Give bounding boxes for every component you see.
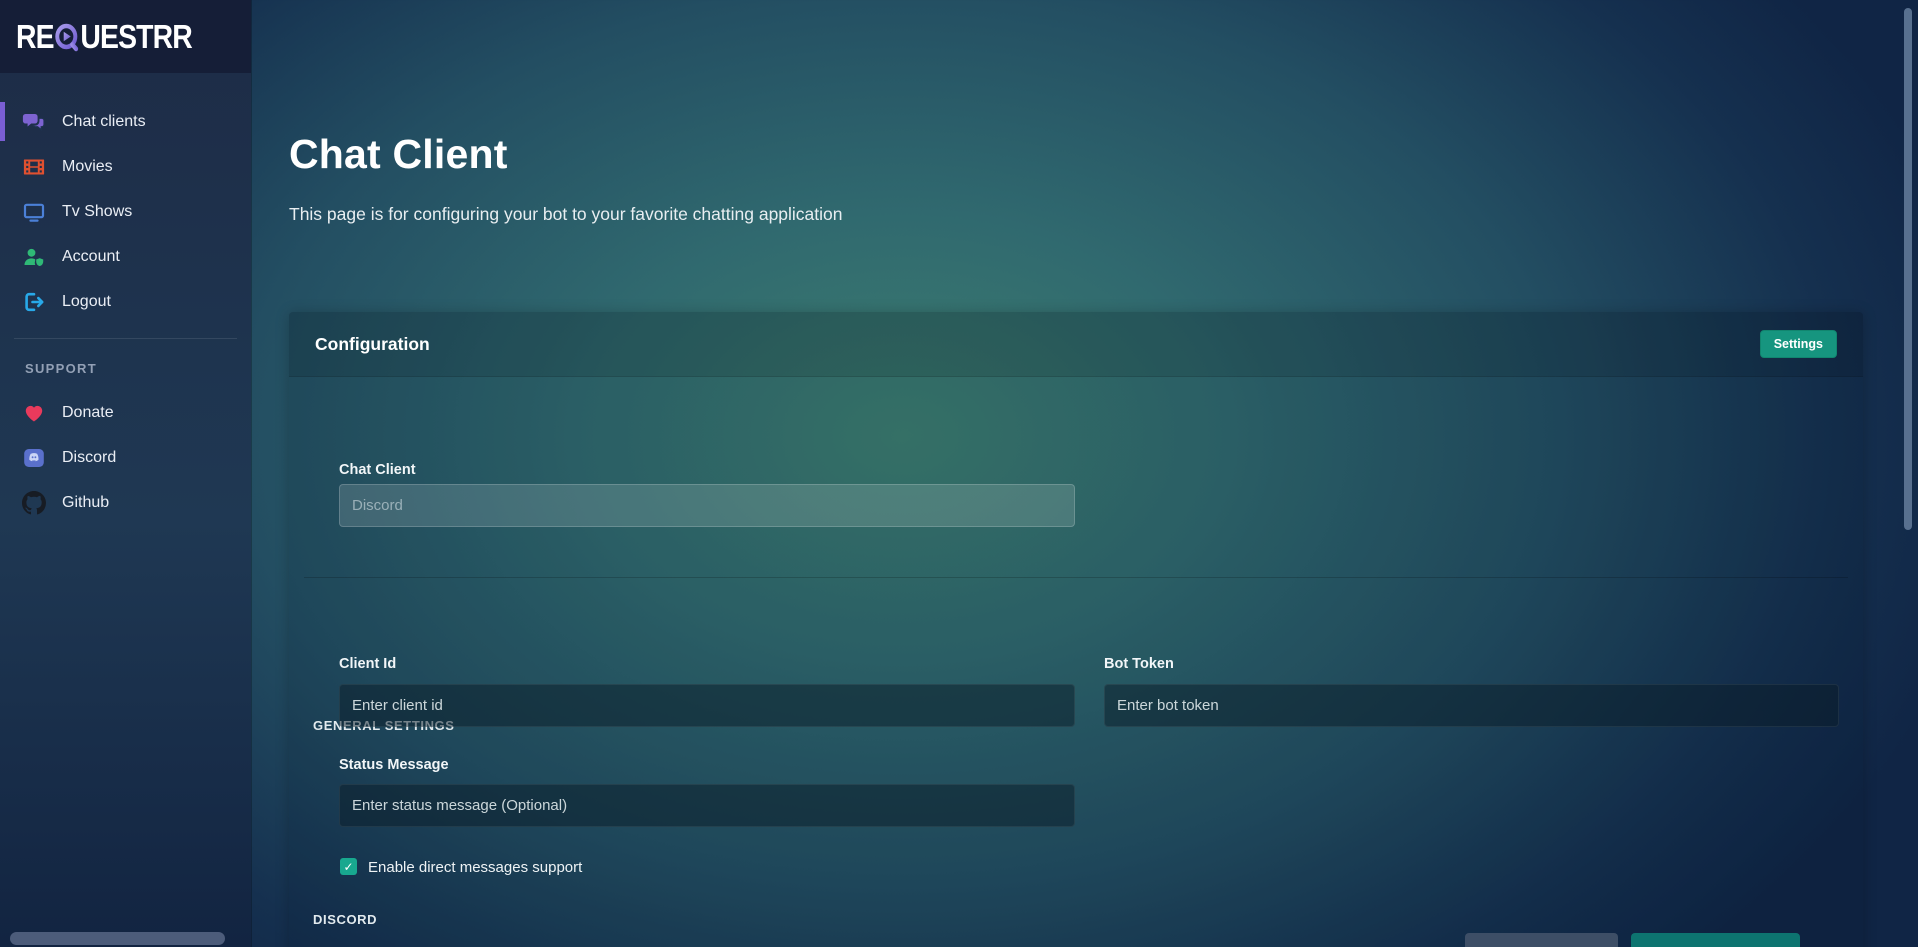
heart-icon: [22, 401, 46, 425]
film-icon: [22, 155, 46, 179]
sidebar-item-github[interactable]: Github: [0, 480, 251, 525]
client-id-input[interactable]: [339, 684, 1075, 727]
sidebar-item-label: Logout: [62, 293, 111, 311]
bot-token-label: Bot Token: [1104, 656, 1174, 672]
sidebar-item-label: Github: [62, 494, 109, 512]
check-icon: ✓: [343, 860, 353, 874]
status-message-input[interactable]: [339, 784, 1075, 827]
client-id-label: Client Id: [339, 656, 396, 672]
magnifier-play-icon: [53, 22, 82, 56]
sidebar-item-label: Tv Shows: [62, 203, 132, 221]
page-title: Chat Client: [289, 131, 508, 178]
chat-client-label: Chat Client: [339, 462, 416, 478]
sidebar-item-label: Movies: [62, 158, 113, 176]
status-message-label: Status Message: [339, 757, 449, 773]
sidebar-nav: Chat clients Movies Tv Shows: [0, 99, 251, 324]
logo-text-pre: RE: [16, 20, 54, 53]
sidebar-item-label: Account: [62, 248, 120, 266]
logo-band: RE UESTRR: [0, 0, 251, 73]
configuration-card: Configuration Settings GENERAL SETTINGS …: [289, 312, 1863, 947]
sidebar-item-label: Chat clients: [62, 113, 146, 131]
chat-bubbles-icon: [22, 110, 46, 134]
sidebar-item-discord[interactable]: Discord: [0, 435, 251, 480]
horizontal-scrollbar-thumb[interactable]: [10, 932, 225, 945]
sidebar-item-donate[interactable]: Donate: [0, 390, 251, 435]
sidebar-divider: [14, 338, 237, 339]
sidebar-support-nav: Donate Discord Github: [0, 390, 251, 525]
sidebar-item-logout[interactable]: Logout: [0, 279, 251, 324]
active-indicator: [0, 102, 5, 141]
section-divider: [304, 577, 1848, 578]
settings-button[interactable]: Settings: [1760, 330, 1837, 358]
logo-text-post: UESTRR: [80, 20, 192, 53]
support-section-header: SUPPORT: [25, 361, 97, 376]
secondary-action-button[interactable]: [1465, 933, 1618, 947]
chat-client-input[interactable]: [339, 484, 1075, 527]
sidebar-item-chat-clients[interactable]: Chat clients: [0, 99, 251, 144]
sidebar-item-movies[interactable]: Movies: [0, 144, 251, 189]
github-icon: [22, 491, 46, 515]
sidebar-item-tv-shows[interactable]: Tv Shows: [0, 189, 251, 234]
sidebar-item-label: Discord: [62, 449, 116, 467]
monitor-icon: [22, 200, 46, 224]
card-header: Configuration Settings: [289, 312, 1863, 377]
bot-token-input[interactable]: [1104, 684, 1839, 727]
dm-support-checkbox-label: Enable direct messages support: [368, 859, 582, 876]
page-subtitle: This page is for configuring your bot to…: [289, 204, 843, 225]
sidebar-item-label: Donate: [62, 404, 114, 422]
user-shield-icon: [22, 245, 46, 269]
sidebar-item-account[interactable]: Account: [0, 234, 251, 279]
dm-support-checkbox[interactable]: ✓: [340, 858, 357, 875]
discord-section-header: DISCORD: [313, 912, 377, 927]
logout-icon: [22, 290, 46, 314]
sidebar: RE UESTRR Chat c: [0, 0, 251, 947]
vertical-scrollbar-thumb[interactable]: [1904, 8, 1912, 530]
card-title: Configuration: [315, 334, 430, 355]
primary-action-button[interactable]: [1631, 933, 1800, 947]
discord-icon: [22, 446, 46, 470]
requestrr-logo[interactable]: RE UESTRR: [16, 18, 192, 56]
